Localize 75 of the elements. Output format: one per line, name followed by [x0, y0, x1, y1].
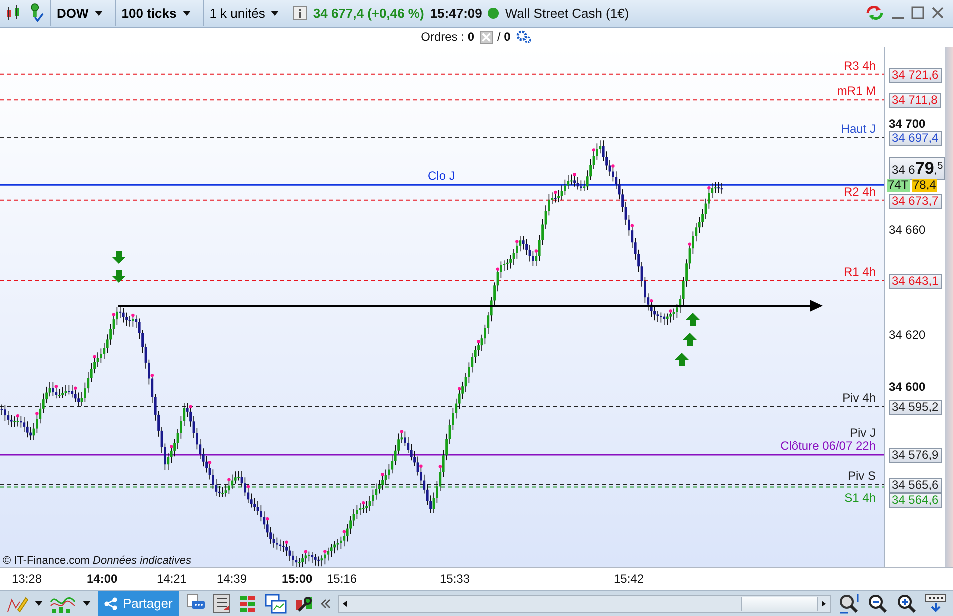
caret-icon[interactable] [83, 601, 91, 606]
quote-change: 34 677,4 (+0,46 %) [313, 6, 424, 21]
last-price-tag: 34 679,$^{5}$ [889, 157, 946, 180]
scroll-right-icon[interactable] [822, 600, 826, 606]
list-icon[interactable] [212, 594, 231, 614]
level-label: Clo J [428, 170, 456, 184]
horizontal-scrollbar[interactable] [338, 594, 831, 612]
level-label: R2 4h [844, 186, 876, 199]
keyboard-download-icon[interactable] [925, 592, 947, 614]
time-tick-label: 14:21 [157, 572, 188, 586]
scroll-left-icon[interactable] [342, 600, 347, 606]
level-label: R3 4h [844, 60, 876, 73]
bricks-icon[interactable] [238, 594, 258, 614]
level-price-tag: 34 576,9 [889, 448, 942, 464]
time-tick-label: 14:39 [217, 572, 248, 586]
price-tick-label: 34 600 [889, 381, 926, 394]
level-price-tag: 34 564,6 [889, 492, 942, 508]
level-price-tag: 34 643,1 [889, 274, 942, 290]
level-label: S1 4h [844, 492, 876, 505]
candlestick-icon[interactable] [4, 4, 22, 22]
close-icon[interactable] [931, 6, 945, 20]
level-label: Piv 4h [842, 392, 876, 406]
windows-icon[interactable] [264, 594, 287, 614]
down-arrow-icon [112, 270, 126, 284]
level-label: Haut J [841, 123, 876, 136]
level-price-tag: 34 673,7 [889, 194, 942, 209]
scrollbar-thumb[interactable] [741, 596, 818, 610]
zoom-in-icon[interactable] [896, 592, 918, 614]
caret-icon [182, 10, 191, 16]
price-tick-label: 34 660 [889, 224, 926, 237]
level-label: Piv J [850, 427, 876, 440]
instrument-name: Wall Street Cash (1€) [505, 6, 630, 21]
orders-count: Ordres : 0 [421, 30, 474, 44]
level-price-tag: 34 595,2 [889, 400, 942, 416]
zoom-fit-icon[interactable] [838, 592, 860, 614]
time-tick-label: 15:42 [614, 572, 644, 586]
level-label: Clôture 06/07 22h [780, 440, 876, 454]
time-tick-label: 13:28 [12, 572, 42, 586]
time-tick-label: 15:00 [282, 572, 313, 586]
price-tick-label: 34 700 [889, 118, 926, 132]
up-arrow-icon [683, 333, 697, 346]
pending-orders-count: / 0 [498, 30, 511, 44]
quote-time: 15:47:09 [430, 6, 482, 21]
up-arrow-icon [686, 313, 700, 326]
tick-count-tag: 74T [887, 179, 910, 192]
share-icon [104, 596, 118, 610]
refresh-icon[interactable] [865, 4, 885, 22]
symbol-dropdown[interactable]: DOW [50, 0, 109, 26]
caret-icon[interactable] [35, 601, 43, 606]
size-dropdown[interactable]: 1 k unités [202, 0, 286, 26]
time-tick-label: 15:16 [327, 572, 358, 586]
down-arrow-icon [112, 251, 126, 264]
level-price-tag: 34 697,4 [889, 131, 942, 146]
bid-price-tag: 78,4 [912, 179, 938, 192]
time-tick-label: 15:33 [440, 572, 470, 586]
level-price-tag: 34 711,8 [889, 93, 941, 108]
level-label: Piv S [848, 470, 876, 483]
caret-icon [94, 10, 103, 16]
zoom-out-icon[interactable] [867, 592, 889, 614]
cancel-orders-icon[interactable] [480, 30, 492, 44]
double-chevron-icon[interactable] [320, 598, 331, 608]
level-label: mR1 M [837, 85, 876, 98]
maximize-icon[interactable] [911, 6, 925, 20]
price-tick-label: 34 620 [889, 328, 926, 342]
time-tick-label: 14:00 [87, 572, 118, 586]
interval-dropdown[interactable]: 100 ticks [114, 0, 197, 26]
level-label: R1 4h [844, 266, 876, 280]
copyright-text: © IT-Finance.com Données indicatives [3, 555, 192, 568]
gears-icon[interactable] [516, 30, 532, 44]
up-arrow-icon [675, 353, 689, 366]
level-price-tag: 34 565,6 [889, 478, 942, 493]
level-price-tag: 34 721,6 [889, 68, 942, 83]
caret-icon [271, 10, 280, 16]
info-icon[interactable] [293, 6, 308, 20]
person-check-icon[interactable] [28, 3, 44, 24]
